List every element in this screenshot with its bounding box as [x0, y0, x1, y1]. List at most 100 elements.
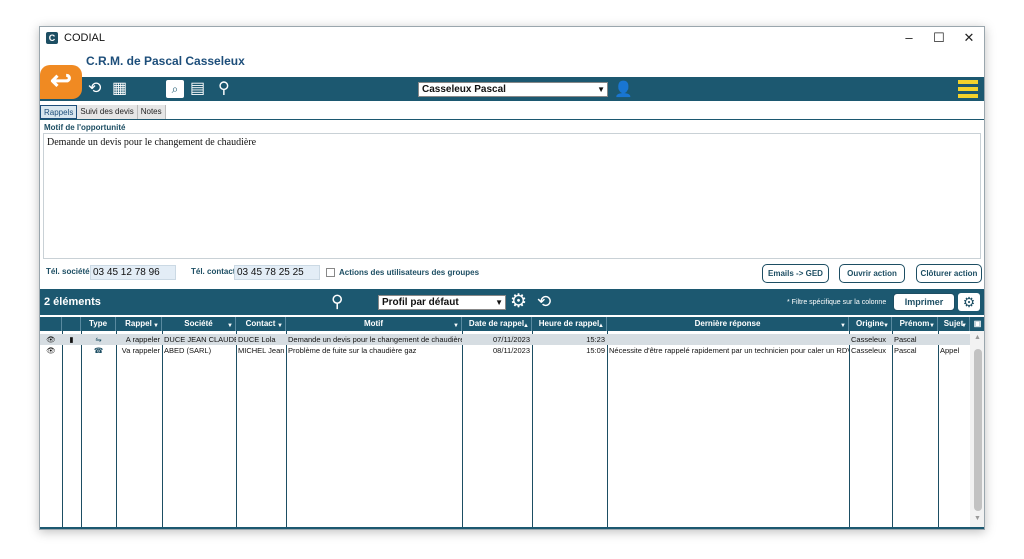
motif-textarea[interactable]: Demande un devis pour le changement de c… [43, 133, 981, 259]
minimize-button[interactable]: – [894, 30, 924, 46]
close-action-button[interactable]: Clôturer action [916, 264, 982, 283]
grid-line [532, 331, 533, 527]
list-toolbar: 2 éléments ⚲ Profil par défaut ▼ ⚙ ⟲ * F… [40, 289, 984, 315]
filter-icon: ▼ [227, 323, 233, 329]
grid-line [62, 331, 63, 527]
cell-rappel: A rappeler [125, 335, 160, 344]
gear-icon[interactable]: ⚙ [510, 292, 527, 312]
col-prenom[interactable]: Prénom ▼ [892, 317, 938, 331]
scroll-up-icon[interactable]: ▲ [974, 334, 981, 341]
cell-heure: 15:09 [586, 346, 605, 355]
close-button[interactable]: ✕ [954, 30, 984, 46]
grid-line [162, 331, 163, 527]
eye-icon[interactable]: 👁 [40, 345, 62, 356]
cell-contact: MICHEL Jean [238, 346, 285, 355]
chevron-down-icon: ▼ [597, 85, 605, 94]
tel-societe-field[interactable]: 03 45 12 78 96 [90, 265, 176, 280]
filter-icon: ▼ [453, 323, 459, 329]
page-title: C.R.M. de Pascal Casseleux [86, 54, 245, 68]
user-profile-icon[interactable]: 👤 [614, 80, 633, 98]
col-societe[interactable]: Société ▼ [162, 317, 236, 331]
cell-prenom: Pascal [894, 346, 917, 355]
group-actions-label: Actions des utilisateurs des groupes [339, 268, 480, 277]
user-select[interactable]: Casseleux Pascal ▼ [418, 82, 608, 97]
codial-logo-icon: C [46, 32, 58, 44]
tel-societe-label: Tél. société [46, 267, 90, 276]
tab-rappels[interactable]: Rappels [40, 105, 78, 119]
contacts-book-icon[interactable]: ▤ [190, 80, 205, 98]
emails-ged-button[interactable]: Emails -> GED [762, 264, 829, 283]
filter-icon: ▼ [961, 323, 967, 329]
tab-notes[interactable]: Notes [137, 105, 166, 119]
tel-contact-field[interactable]: 03 45 78 25 25 [234, 265, 320, 280]
grid-line [286, 331, 287, 527]
col-derniere-reponse[interactable]: Dernière réponse ▼ [607, 317, 849, 331]
cell-motif: Demande un devis pour le changement de c… [288, 335, 462, 344]
document-icon: ▮ [69, 335, 74, 344]
user-select-value: Casseleux Pascal [422, 84, 506, 95]
cell-prenom: Pascal [894, 335, 917, 344]
col-contact[interactable]: Contact ▼ [236, 317, 286, 331]
vertical-scrollbar[interactable]: ▲ ▼ [970, 331, 984, 527]
reload-icon[interactable]: ⟲ [537, 292, 551, 312]
filter-icon: ▼ [929, 323, 935, 329]
cell-rappel: Va rappeler [121, 346, 160, 355]
maximize-button[interactable]: ☐ [924, 30, 954, 46]
scroll-down-icon[interactable]: ▼ [974, 515, 981, 522]
profile-select-value: Profil par défaut [382, 297, 459, 308]
column-chooser-icon[interactable]: ▣ [970, 317, 984, 331]
scrollbar-thumb[interactable] [974, 349, 982, 511]
col-origine[interactable]: Origine ▼ [849, 317, 892, 331]
col-flag [62, 317, 81, 331]
map-pin-icon[interactable]: ⚲ [331, 292, 343, 312]
cell-societe: ABED (SARL) [164, 346, 212, 355]
cell-origine: Casseleux [851, 346, 887, 355]
table-row[interactable]: 👁 ▮ ⇋ A rappeler DUCE JEAN CLAUDE DUCE L… [40, 334, 970, 345]
table-row[interactable]: 👁 ☎ Va rappeler ABED (SARL) MICHEL Jean … [40, 345, 970, 356]
grid-line [462, 331, 463, 527]
col-date-rappel[interactable]: Date de rappel ▲ [462, 317, 532, 331]
col-motif[interactable]: Motif ▼ [286, 317, 462, 331]
tab-suivi-devis[interactable]: Suivi des devis [77, 105, 138, 119]
col-heure-rappel[interactable]: Heure de rappel ▲ [532, 317, 607, 331]
search-icon[interactable]: ⚲ [218, 80, 230, 98]
filter-icon: ▼ [883, 323, 889, 329]
cell-contact: DUCE Lola [238, 335, 276, 344]
cell-societe: DUCE JEAN CLAUDE [164, 335, 236, 344]
title-bar: C CODIAL – ☐ ✕ [40, 27, 984, 49]
eye-icon[interactable]: 👁 [40, 334, 62, 345]
sort-icon: ▲ [523, 323, 529, 329]
open-action-button[interactable]: Ouvrir action [839, 264, 905, 283]
profile-select[interactable]: Profil par défaut ▼ [378, 295, 506, 310]
refresh-icon[interactable]: ⟲ [88, 80, 101, 98]
grid-line [892, 331, 893, 527]
rappels-table: Type Rappel ▼ Société ▼ Contact ▼ Motif ▼ Da… [40, 317, 984, 527]
tab-bar: Rappels Suivi des devis Notes [40, 105, 166, 119]
filter-icon: ▼ [277, 323, 283, 329]
main-toolbar: ⟲ ▦ ⌕ ▤ ⚲ Casseleux Pascal ▼ 👤 [40, 77, 984, 101]
col-derniere-label: Dernière réponse [694, 319, 761, 328]
group-actions-checkbox[interactable] [326, 268, 335, 277]
calendar-icon[interactable]: ▦ [112, 80, 127, 98]
filter-note: * Filtre spécifique sur la colonne [787, 299, 887, 306]
handshake-icon: ⇋ [95, 335, 102, 344]
item-count: 2 éléments [44, 296, 101, 308]
settings-gear-icon[interactable]: ⚙ [958, 293, 980, 311]
sort-icon: ▲ [598, 323, 604, 329]
cell-heure: 15:23 [586, 335, 605, 344]
cell-derniere [607, 334, 849, 345]
bottom-border [40, 527, 984, 529]
menu-icon[interactable] [958, 80, 978, 99]
folder-search-icon[interactable]: ⌕ [166, 80, 184, 98]
print-button[interactable]: Imprimer [893, 293, 955, 311]
col-sujet[interactable]: Sujet ▼ [938, 317, 970, 331]
col-motif-label: Motif [363, 319, 384, 328]
back-button[interactable]: ↩ [40, 65, 82, 99]
col-prenom-label: Prénom [899, 319, 930, 328]
cell-derniere: Nécessite d'être rappelé rapidement par … [609, 346, 849, 355]
col-type[interactable]: Type [81, 317, 116, 331]
app-window: C CODIAL – ☐ ✕ C.R.M. de Pascal Casseleu… [39, 26, 985, 530]
phone-icon: ☎ [93, 346, 104, 355]
col-rappel[interactable]: Rappel ▼ [116, 317, 162, 331]
col-view [40, 317, 62, 331]
